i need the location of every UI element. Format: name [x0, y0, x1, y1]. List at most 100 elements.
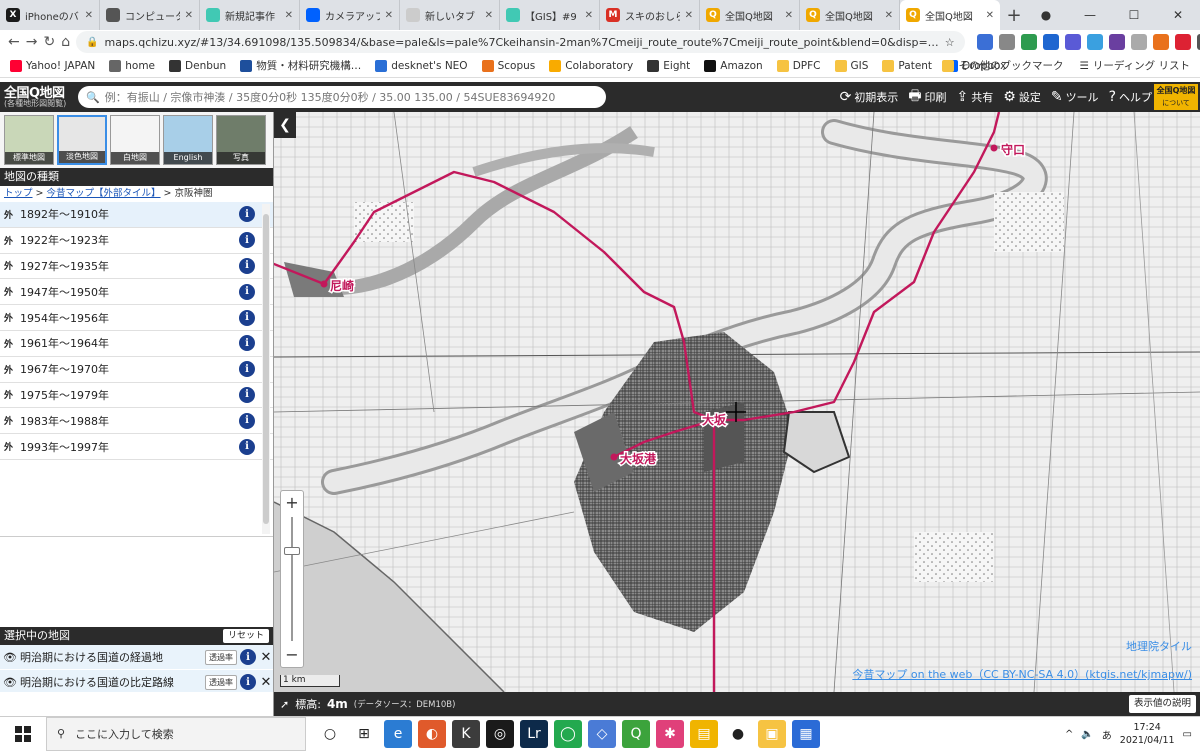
map-list-item[interactable]: 外 1975年〜1979年 i — [0, 383, 273, 409]
profile-icon[interactable]: ● — [1024, 8, 1068, 22]
bookmark-item[interactable]: Yahoo! JAPAN — [10, 58, 95, 73]
forward-icon[interactable]: → — [26, 34, 38, 50]
scrollbar-thumb[interactable] — [263, 214, 269, 524]
browser-tab[interactable]: Q 全国Q地図 ✕ — [700, 0, 800, 30]
visibility-eye-icon[interactable]: 👁 — [3, 651, 17, 664]
taskbar-app-icon[interactable]: ◎ — [486, 719, 514, 748]
maximize-button[interactable]: ☐ — [1112, 8, 1156, 22]
tab-close-icon[interactable]: ✕ — [385, 10, 393, 21]
taskbar-app-icon[interactable]: ▦ — [792, 719, 820, 748]
base-map-tile[interactable]: 淡色地図 — [57, 115, 107, 165]
zoom-slider-track[interactable] — [291, 517, 293, 641]
tab-close-icon[interactable]: ✕ — [685, 10, 693, 21]
extension-icon[interactable] — [1152, 34, 1169, 50]
extension-icon[interactable] — [1174, 34, 1191, 50]
info-icon[interactable]: i — [239, 283, 255, 300]
home-icon[interactable]: ⌂ — [61, 34, 70, 50]
settings-button[interactable]: ⚙ 設定 — [1003, 89, 1041, 105]
info-icon[interactable]: i — [239, 232, 255, 249]
search-input[interactable] — [104, 90, 598, 104]
info-icon[interactable]: i — [240, 649, 256, 665]
route-point[interactable] — [320, 280, 328, 288]
extension-icon[interactable] — [1130, 34, 1147, 50]
map-list-item[interactable]: 外 1961年〜1964年 i — [0, 331, 273, 357]
tab-close-icon[interactable]: ✕ — [85, 10, 93, 21]
info-icon[interactable]: i — [239, 386, 255, 403]
tab-close-icon[interactable]: ✕ — [585, 10, 593, 21]
taskbar-app-icon[interactable]: ▤ — [690, 719, 718, 748]
taskbar-app-icon[interactable]: ◯ — [554, 719, 582, 748]
browser-tab[interactable]: M スキのおしらせ ✕ — [600, 0, 700, 30]
other-bookmarks[interactable]: その他のブックマーク — [942, 58, 1063, 73]
visibility-eye-icon[interactable]: 👁 — [3, 676, 17, 689]
taskbar-app-icon[interactable]: Q — [622, 719, 650, 748]
taskbar-app-icon[interactable]: ▣ — [758, 719, 786, 748]
collapse-sidebar-button[interactable]: ❮ — [274, 112, 296, 138]
taskbar-app-icon[interactable]: Lr — [520, 719, 548, 748]
explain-button[interactable]: 表示値の説明 — [1128, 695, 1196, 713]
map-list-item[interactable]: 外 1954年〜1956年 i — [0, 305, 273, 331]
start-button[interactable] — [0, 717, 46, 751]
extension-icon[interactable] — [1020, 34, 1037, 50]
bookmark-item[interactable]: Eight — [647, 58, 690, 73]
tab-close-icon[interactable]: ✕ — [885, 10, 893, 21]
zoom-out-button[interactable]: − — [281, 643, 303, 667]
info-icon[interactable]: i — [239, 361, 255, 378]
taskbar-app-icon[interactable]: ⊞ — [350, 719, 378, 748]
url-bar[interactable]: 🔒 maps.qchizu.xyz/#13/34.691098/135.5098… — [76, 31, 965, 53]
tab-close-icon[interactable]: ✕ — [485, 10, 493, 21]
reset-button[interactable]: リセット — [222, 629, 269, 643]
reset-view-button[interactable]: ⟳ 初期表示 — [840, 89, 899, 105]
extension-icon[interactable] — [976, 34, 993, 50]
remove-layer-icon[interactable]: ✕ — [259, 650, 273, 665]
browser-tab[interactable]: 新しいタブ ✕ — [400, 0, 500, 30]
breadcrumb-link[interactable]: 今昔マップ【外部タイル】 — [47, 188, 161, 199]
taskbar-app-icon[interactable]: ◇ — [588, 719, 616, 748]
extension-icon[interactable] — [998, 34, 1015, 50]
info-icon[interactable]: i — [239, 412, 255, 429]
browser-tab[interactable]: 新規記事作 ✕ — [200, 0, 300, 30]
extension-icon[interactable] — [1086, 34, 1103, 50]
base-map-tile[interactable]: 写真 — [216, 115, 266, 165]
back-icon[interactable]: ← — [8, 34, 20, 50]
bookmark-item[interactable]: 物質・材料研究機構… — [240, 58, 361, 73]
info-icon[interactable]: i — [239, 438, 255, 455]
reload-icon[interactable]: ↻ — [43, 34, 55, 50]
map-canvas[interactable]: 尼崎 大坂 大坂港 守口 — [274, 112, 1200, 692]
browser-tab[interactable]: 【GIS】#9 明 ✕ — [500, 0, 600, 30]
layer-option-button[interactable]: 透過率 — [205, 674, 237, 690]
bookmark-item[interactable]: desknet's NEO — [375, 58, 468, 73]
bookmark-item[interactable]: DPFC — [776, 58, 821, 73]
browser-tab[interactable]: コンピュータで ✕ — [100, 0, 200, 30]
info-icon[interactable]: i — [239, 335, 255, 352]
extension-icon[interactable] — [1042, 34, 1059, 50]
reading-list[interactable]: ☰ リーディング リスト — [1079, 58, 1190, 73]
browser-tab[interactable]: Q 全国Q地図 ✕ — [900, 0, 1000, 30]
tab-close-icon[interactable]: ✕ — [185, 10, 193, 21]
map-list-item[interactable]: 外 1993年〜1997年 i — [0, 434, 273, 460]
clock[interactable]: 17:24 2021/04/11 — [1120, 721, 1175, 747]
bookmark-item[interactable]: home — [109, 58, 155, 73]
scrollbar[interactable] — [262, 204, 270, 534]
tray-chevron-icon[interactable]: ^ — [1065, 729, 1073, 740]
extension-icon[interactable] — [1064, 34, 1081, 50]
map-list-item[interactable]: 外 1922年〜1923年 i — [0, 228, 273, 254]
bookmark-item[interactable]: Patent — [882, 58, 932, 73]
attribution-gsi[interactable]: 地理院タイル — [1126, 638, 1192, 654]
bookmark-item[interactable]: GIS — [834, 58, 868, 73]
attribution-konjaku[interactable]: 今昔マップ on the web（CC BY-NC-SA 4.0）(ktgis.… — [852, 666, 1192, 682]
volume-icon[interactable]: 🔈 — [1081, 729, 1093, 740]
map-view[interactable]: 尼崎 大坂 大坂港 守口 ❮ + − 1 km 地理院タイル 今昔マップ on … — [274, 112, 1200, 692]
remove-layer-icon[interactable]: ✕ — [259, 675, 273, 690]
place-search[interactable]: 🔍 — [78, 86, 606, 108]
extension-icon[interactable] — [1196, 34, 1200, 50]
notifications-icon[interactable]: ▭ — [1183, 729, 1192, 740]
bookmark-item[interactable]: Scopus — [481, 58, 535, 73]
browser-tab[interactable]: Q 全国Q地図 ✕ — [800, 0, 900, 30]
breadcrumb-top[interactable]: トップ — [4, 188, 33, 199]
layer-option-button[interactable]: 透過率 — [205, 649, 237, 665]
print-button[interactable]: 🖶 印刷 — [908, 85, 946, 109]
extension-icon[interactable] — [1108, 34, 1125, 50]
about-button[interactable]: 全国Q地図 について — [1154, 84, 1198, 110]
bookmark-item[interactable]: Colaboratory — [549, 58, 633, 73]
